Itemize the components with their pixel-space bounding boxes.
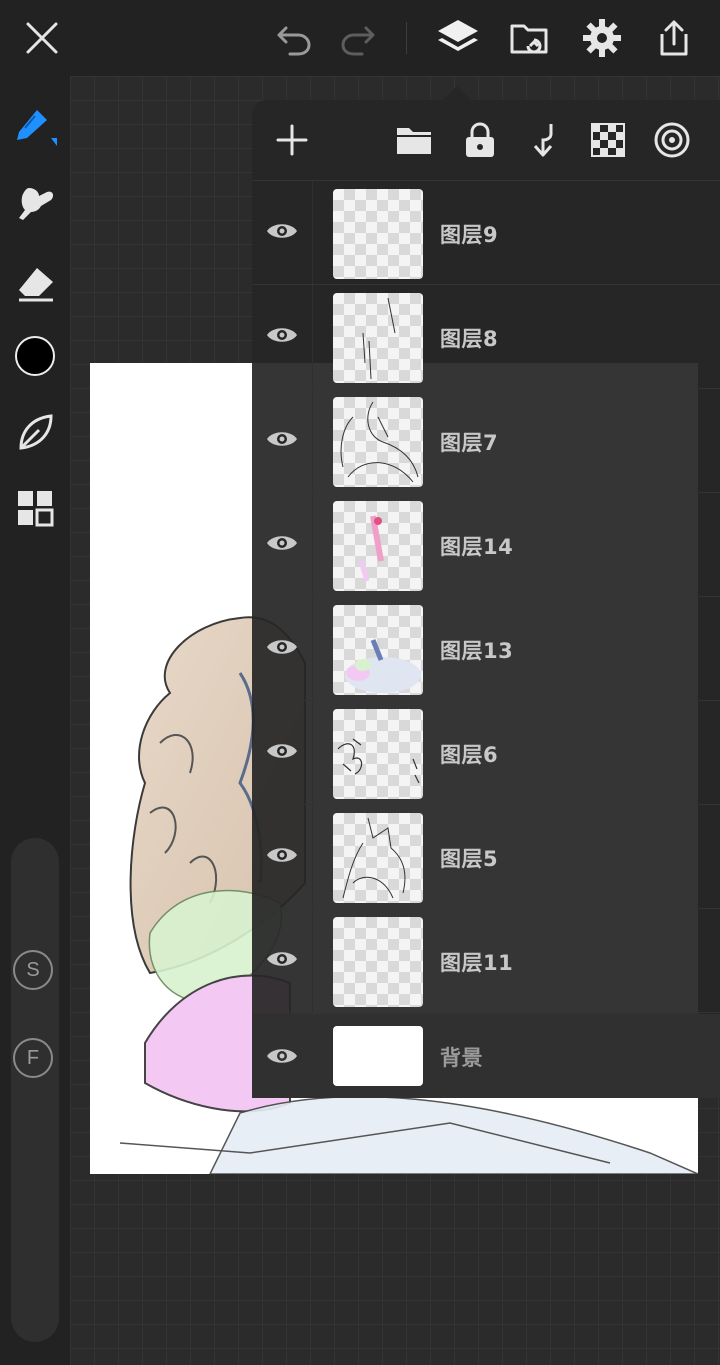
layer-thumbnail [333,605,423,695]
layer-row[interactable]: 图层11 [252,909,720,1013]
eye-icon[interactable] [262,419,302,459]
clipping-mask-icon[interactable] [650,118,694,162]
layer-row[interactable]: 图层8 [252,285,720,389]
eye-icon[interactable] [262,211,302,251]
layers-panel-toolbar [252,100,720,181]
layer-thumbnail [333,397,423,487]
current-color-swatch[interactable] [15,336,55,376]
s-button[interactable]: S [13,950,53,990]
close-icon[interactable] [18,14,66,62]
redo-icon[interactable] [334,14,382,62]
alpha-lock-icon[interactable] [586,118,630,162]
layer-name: 图层13 [440,639,514,663]
f-button[interactable]: F [13,1038,53,1078]
layer-thumbnail [333,293,423,383]
layer-thumbnail [333,917,423,1007]
import-icon[interactable] [506,14,554,62]
layer-thumbnail [333,709,423,799]
layer-name: 背景 [440,1046,483,1070]
panel-pointer [443,86,471,100]
layer-name: 图层11 [440,951,514,975]
layer-thumbnail [333,501,423,591]
eraser-tool-icon[interactable] [11,258,59,306]
layer-row[interactable]: 图层6 [252,701,720,805]
layer-name: 图层9 [440,223,499,247]
eye-icon[interactable] [262,939,302,979]
layer-row[interactable]: 图层13 [252,597,720,701]
toolbar-divider [406,22,407,54]
merge-down-icon[interactable] [522,118,566,162]
brush-size-slider[interactable] [11,838,59,1342]
eye-icon[interactable] [262,627,302,667]
left-sidebar: S F [0,76,70,1365]
share-icon[interactable] [650,14,698,62]
layer-name: 图层5 [440,847,499,871]
layer-thumbnail [333,813,423,903]
smudge-tool-icon[interactable] [11,180,59,228]
gear-icon[interactable] [578,14,626,62]
eye-icon[interactable] [262,835,302,875]
top-toolbar [0,0,720,76]
eye-icon[interactable] [262,1036,302,1076]
eye-icon[interactable] [262,315,302,355]
layer-name: 图层14 [440,535,514,559]
layer-thumbnail [333,1026,423,1086]
layer-name: 图层7 [440,431,499,455]
layers-icon[interactable] [434,14,482,62]
color-picker[interactable] [11,332,59,380]
layer-row[interactable]: 图层5 [252,805,720,909]
layer-name: 图层6 [440,743,499,767]
grid-icon[interactable] [11,484,59,532]
leaf-icon[interactable] [11,408,59,456]
brush-tool-icon[interactable] [11,100,59,148]
background-layer-row[interactable]: 背景 [252,1014,720,1098]
layer-row[interactable]: 图层9 [252,181,720,285]
layer-name: 图层8 [440,327,499,351]
layers-panel: 图层9 图层8 图层7 图层14 图层13 图层6 图层5 图层11 背景 [252,100,720,1098]
layer-thumbnail [333,189,423,279]
add-layer-icon[interactable] [270,118,314,162]
layer-row[interactable]: 图层7 [252,389,720,493]
lock-icon[interactable] [458,118,502,162]
layer-row[interactable]: 图层14 [252,493,720,597]
undo-icon[interactable] [270,14,318,62]
eye-icon[interactable] [262,523,302,563]
folder-icon[interactable] [392,118,436,162]
eye-icon[interactable] [262,731,302,771]
